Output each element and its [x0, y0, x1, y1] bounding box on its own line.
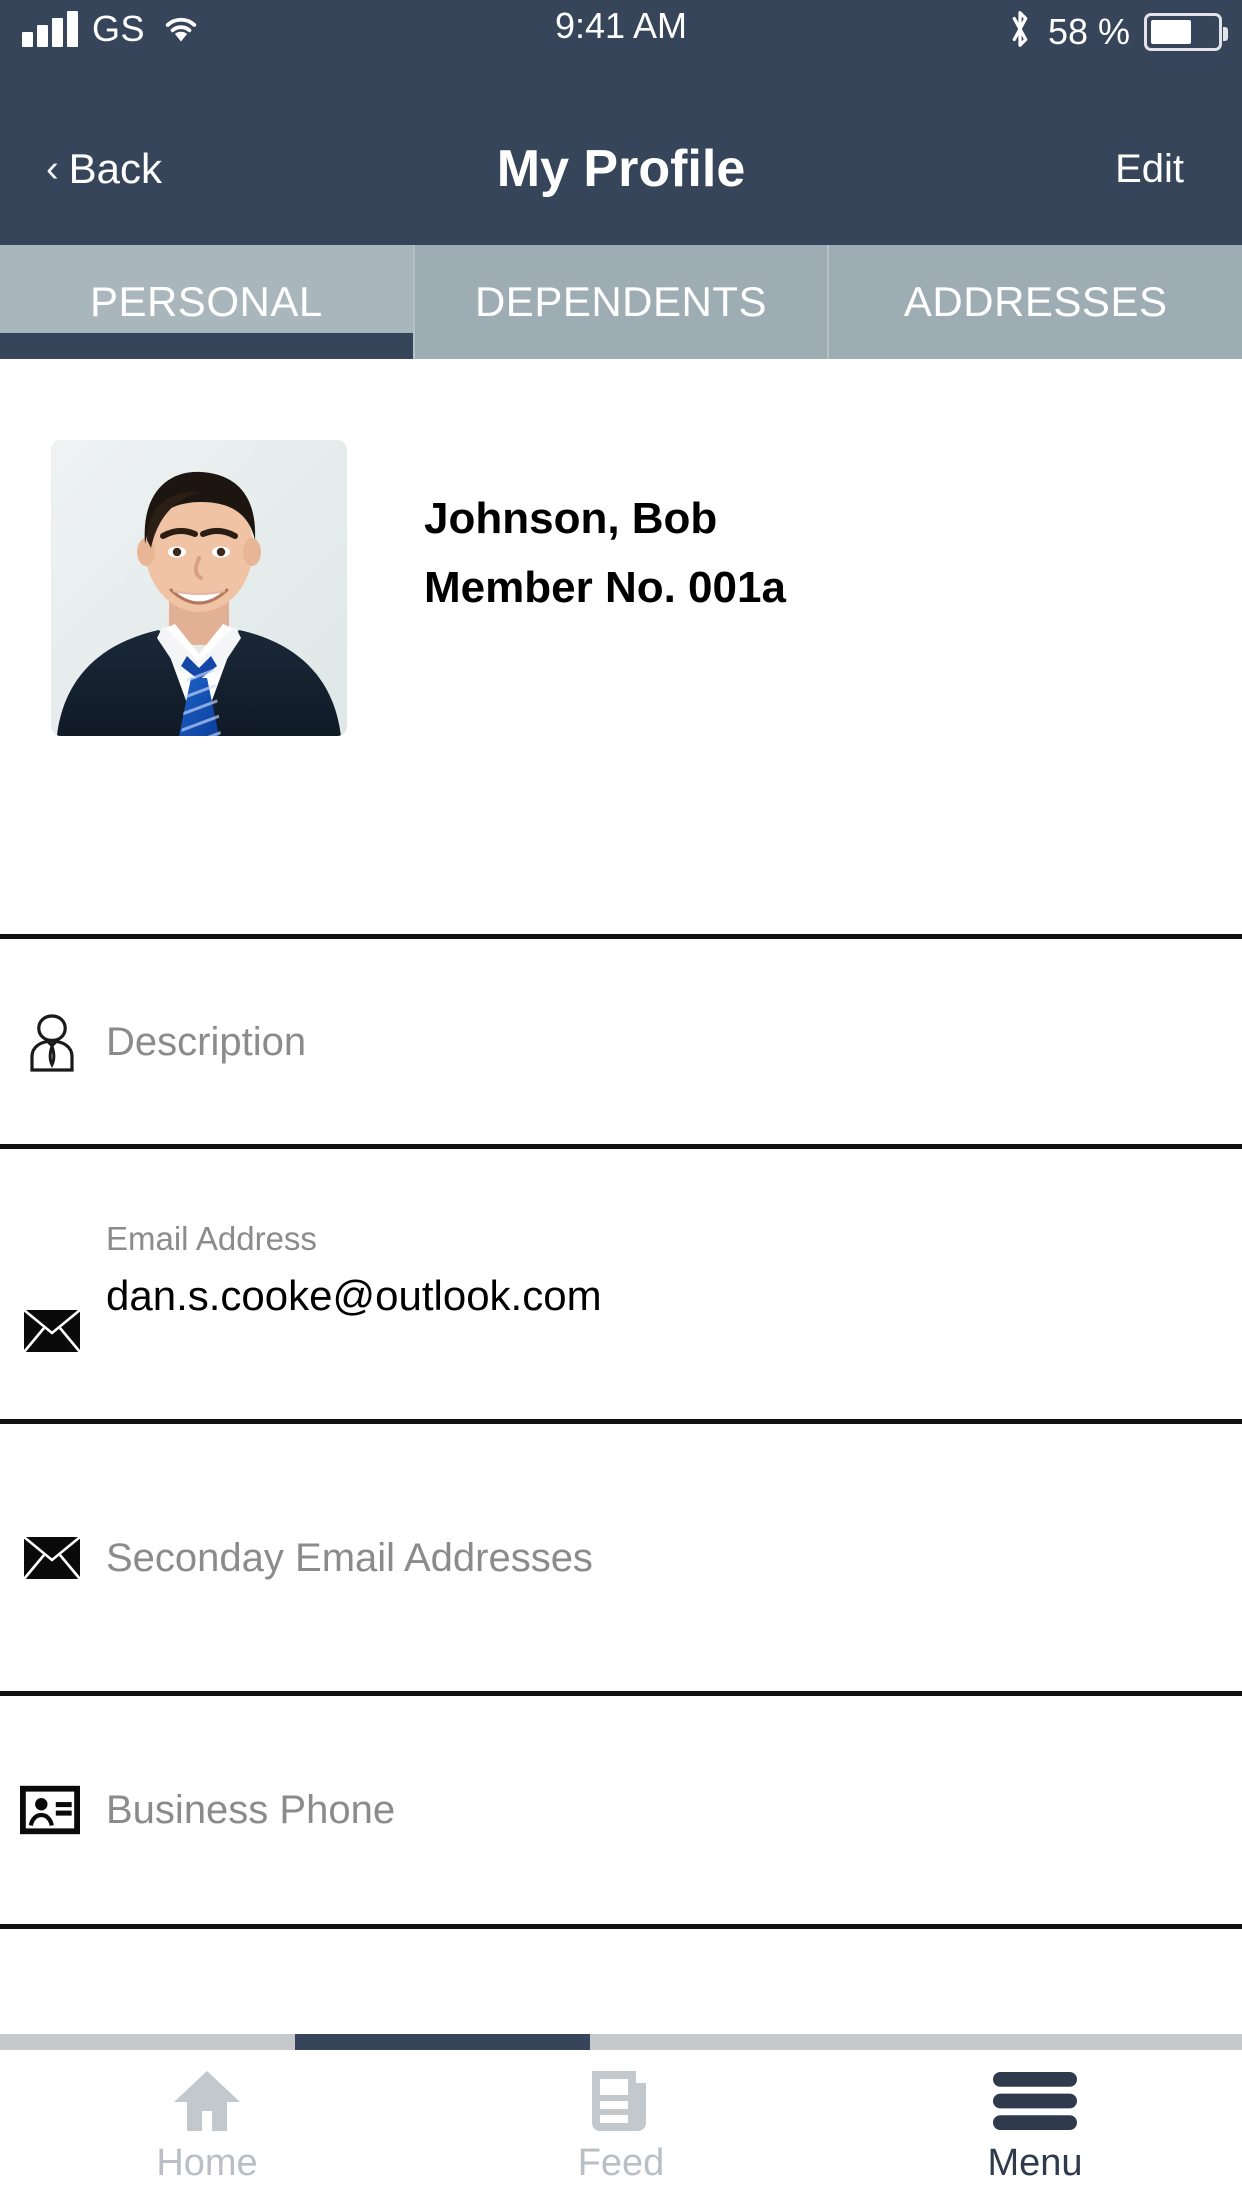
bottom-nav-home-label: Home	[156, 2142, 258, 2184]
page-indicator-active-segment	[295, 2034, 590, 2050]
tab-dependents-label: DEPENDENTS	[474, 278, 768, 325]
profile-header: Johnson, Bob Member No. 001a	[0, 359, 1242, 934]
page-indicator[interactable]	[0, 2034, 1242, 2050]
status-bar: GS 9:41 AM 58 %	[0, 0, 1242, 92]
tab-dependents[interactable]: DEPENDENTS	[414, 245, 830, 359]
hamburger-menu-icon	[991, 2064, 1079, 2138]
tab-addresses-label: ADDRESSES	[903, 278, 1168, 325]
app-screen: GS 9:41 AM 58 % ‹ Back My Profile Edit P…	[0, 0, 1242, 2208]
field-row-business-phone-placeholder: Business Phone	[106, 1788, 396, 1832]
bottom-nav-home[interactable]: Home	[0, 2050, 414, 2208]
field-row-description-placeholder: Description	[106, 1019, 307, 1064]
field-row-email-address-value: dan.s.cooke@outlook.com	[106, 1272, 602, 1319]
field-row-business-phone[interactable]: Business Phone	[0, 1696, 1242, 1924]
field-row-email-address-label: Email Address	[106, 1220, 317, 1257]
tab-addresses[interactable]: ADDRESSES	[829, 245, 1242, 359]
bottom-navigation-bar: Home Feed Menu	[0, 2050, 1242, 2208]
status-bar-right: 58 %	[1006, 8, 1228, 55]
tab-personal-label: PERSONAL	[89, 278, 323, 325]
navigation-bar: ‹ Back My Profile Edit	[0, 92, 1242, 245]
profile-member-no: Member No. 001a	[424, 563, 786, 613]
bottom-nav-feed-label: Feed	[577, 2142, 665, 2184]
battery-icon	[1144, 12, 1228, 51]
bottom-nav-menu[interactable]: Menu	[828, 2050, 1242, 2208]
home-icon	[170, 2064, 244, 2138]
profile-photo[interactable]	[51, 440, 347, 736]
field-list: Description Email Address dan.s.cooke@ou…	[0, 934, 1242, 1929]
profile-identity: Johnson, Bob Member No. 001a	[424, 494, 1124, 613]
field-row-email-address[interactable]: Email Address dan.s.cooke@outlook.com	[0, 1149, 1242, 1419]
edit-button[interactable]: Edit	[1115, 149, 1184, 189]
bluetooth-icon	[1006, 8, 1034, 55]
bottom-nav-feed[interactable]: Feed	[414, 2050, 828, 2208]
avatar	[51, 440, 347, 736]
person-tie-icon	[22, 1012, 82, 1072]
envelope-icon	[22, 1528, 82, 1588]
envelope-icon	[22, 1301, 82, 1361]
bottom-nav-menu-label: Menu	[987, 2142, 1083, 2184]
battery-percent-label: 58 %	[1047, 10, 1130, 52]
divider	[0, 1924, 1242, 1929]
feed-icon	[588, 2064, 654, 2138]
field-row-secondary-email[interactable]: Seconday Email Addresses	[0, 1424, 1242, 1691]
tab-personal[interactable]: PERSONAL	[0, 245, 415, 359]
profile-name: Johnson, Bob	[424, 494, 718, 543]
contact-card-icon	[20, 1780, 80, 1840]
field-row-description[interactable]: Description	[0, 939, 1242, 1144]
field-row-secondary-email-placeholder: Seconday Email Addresses	[106, 1535, 593, 1580]
tab-strip: PERSONAL DEPENDENTS ADDRESSES	[0, 245, 1242, 359]
page-title: My Profile	[496, 139, 746, 198]
